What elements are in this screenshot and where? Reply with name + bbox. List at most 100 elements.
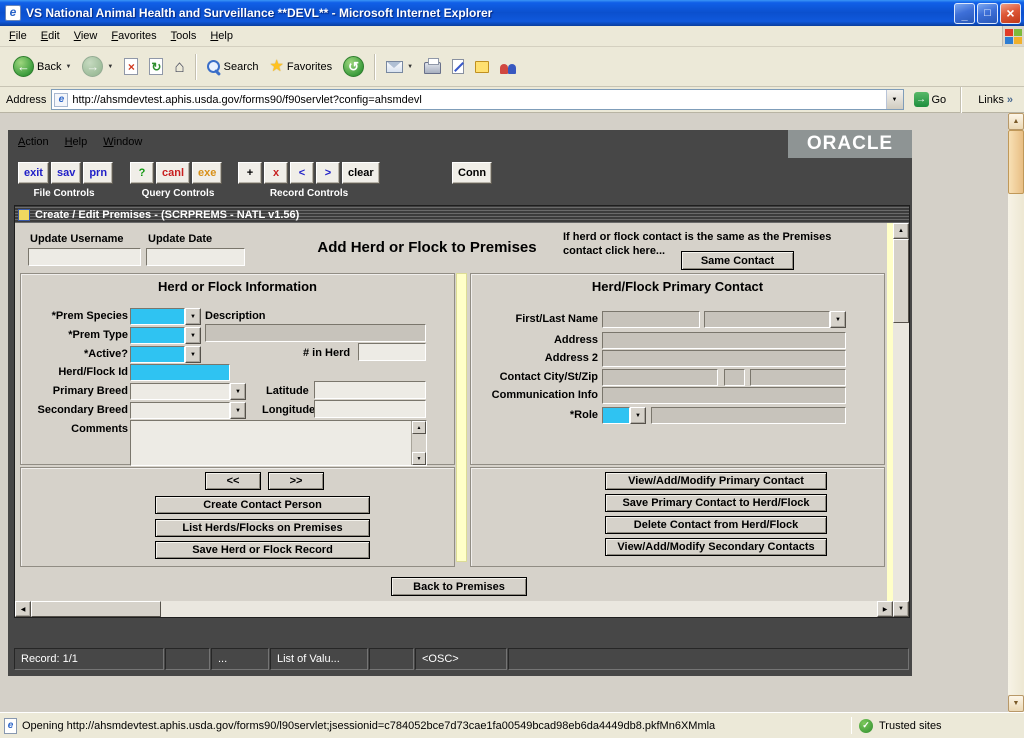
menu-help[interactable]: Help	[203, 28, 240, 44]
last-name-dropdown[interactable]: ▼	[830, 311, 846, 328]
page-scroll-up-button[interactable]: ▲	[1008, 113, 1024, 130]
secondary-breed-dropdown[interactable]: ▼	[230, 402, 246, 419]
primary-contact-heading: Herd/Flock Primary Contact	[470, 279, 885, 294]
previous-herd-button[interactable]: <<	[205, 472, 261, 490]
execute-query-button[interactable]: exe	[192, 162, 222, 184]
menu-view[interactable]: View	[67, 28, 105, 44]
back-dropdown-icon[interactable]: ▼	[65, 64, 71, 70]
exit-button[interactable]: exit	[18, 162, 49, 184]
prem-type-field[interactable]	[130, 327, 185, 344]
discuss-button[interactable]	[470, 51, 494, 83]
menu-tools[interactable]: Tools	[164, 28, 204, 44]
prem-species-field[interactable]	[130, 308, 185, 325]
home-button[interactable]: ⌂	[169, 51, 189, 83]
comments-field[interactable]: ▲ ▼	[130, 420, 427, 466]
previous-record-button[interactable]: <	[290, 162, 314, 184]
maximize-button[interactable]: □	[977, 3, 998, 24]
role-field[interactable]	[602, 407, 630, 424]
form-horizontal-scroll-thumb[interactable]	[31, 601, 161, 617]
page-scroll-thumb[interactable]	[1008, 130, 1024, 194]
save-button[interactable]: sav	[51, 162, 81, 184]
forms-menu-window[interactable]: Window	[103, 136, 142, 148]
cancel-query-button[interactable]: canl	[156, 162, 190, 184]
remove-record-button[interactable]: x	[264, 162, 288, 184]
forward-dropdown-icon[interactable]: ▼	[107, 64, 113, 70]
primary-breed-field[interactable]	[130, 383, 230, 400]
view-add-modify-secondary-contacts-button[interactable]: View/Add/Modify Secondary Contacts	[605, 538, 827, 556]
create-contact-person-button[interactable]: Create Contact Person	[155, 496, 370, 514]
form-title: Add Herd or Flock to Premises	[277, 239, 577, 256]
links-button[interactable]: Links »	[971, 94, 1020, 106]
next-record-button[interactable]: >	[316, 162, 340, 184]
menu-file[interactable]: File	[2, 28, 34, 44]
print-icon	[424, 62, 441, 74]
minimize-button[interactable]: _	[954, 3, 975, 24]
menu-edit[interactable]: Edit	[34, 28, 67, 44]
comments-scroll-up[interactable]: ▲	[412, 421, 426, 434]
favorites-button[interactable]: ★ Favorites	[265, 51, 338, 83]
print-form-button[interactable]: prn	[83, 162, 113, 184]
prem-type-dropdown[interactable]: ▼	[185, 327, 201, 344]
secondary-breed-field[interactable]	[130, 402, 230, 419]
address-label: Address	[4, 94, 46, 106]
latitude-field[interactable]	[314, 381, 426, 399]
go-button[interactable]: → Go	[909, 89, 952, 111]
form-scroll-right-button[interactable]: ▶	[877, 601, 893, 617]
list-herds-flocks-button[interactable]: List Herds/Flocks on Premises	[155, 519, 370, 537]
refresh-button[interactable]: ↻	[144, 51, 168, 83]
form-horizontal-scrollbar[interactable]: ◀ ▶	[15, 601, 893, 617]
favorites-icon: ★	[270, 59, 284, 75]
save-primary-contact-button[interactable]: Save Primary Contact to Herd/Flock	[605, 494, 827, 512]
same-contact-button[interactable]: Same Contact	[681, 251, 794, 270]
mail-button[interactable]: ▼	[381, 51, 418, 83]
mail-dropdown-icon[interactable]: ▼	[407, 64, 413, 70]
active-dropdown[interactable]: ▼	[185, 346, 201, 363]
back-to-premises-button[interactable]: Back to Premises	[391, 577, 527, 596]
search-button[interactable]: Search	[202, 51, 264, 83]
toolbar-separator	[374, 54, 376, 80]
update-username-field[interactable]	[28, 248, 141, 266]
role-dropdown[interactable]: ▼	[630, 407, 646, 424]
active-field[interactable]	[130, 346, 185, 363]
next-herd-button[interactable]: >>	[268, 472, 324, 490]
address-input[interactable]: e http://ahsmdevtest.aphis.usda.gov/form…	[51, 89, 903, 110]
comments-scroll-down[interactable]: ▼	[412, 452, 426, 465]
query-help-button[interactable]: ?	[130, 162, 154, 184]
page-vertical-scrollbar[interactable]: ▲ ▼	[1008, 113, 1024, 712]
form-vertical-scroll-thumb[interactable]	[893, 239, 909, 323]
first-last-name-label: First/Last Name	[463, 313, 598, 325]
form-scroll-down-button[interactable]: ▼	[893, 601, 909, 617]
address-dropdown[interactable]: ▼	[886, 90, 903, 109]
menu-favorites[interactable]: Favorites	[104, 28, 163, 44]
messenger-icon	[500, 60, 516, 74]
update-date-field[interactable]	[146, 248, 245, 266]
form-scroll-left-button[interactable]: ◀	[15, 601, 31, 617]
primary-breed-dropdown[interactable]: ▼	[230, 383, 246, 400]
clear-record-button[interactable]: clear	[342, 162, 380, 184]
view-add-modify-primary-contact-button[interactable]: View/Add/Modify Primary Contact	[605, 472, 827, 490]
longitude-field[interactable]	[314, 400, 426, 418]
conn-button[interactable]: Conn	[452, 162, 492, 184]
back-button[interactable]: ← Back ▼	[8, 51, 76, 83]
forms-menu-action[interactable]: Action	[18, 136, 49, 148]
in-herd-field[interactable]	[358, 343, 426, 361]
forward-button[interactable]: → ▼	[77, 51, 118, 83]
page-scroll-down-button[interactable]: ▼	[1008, 695, 1024, 712]
close-button[interactable]: ×	[1000, 3, 1021, 24]
stop-button[interactable]: ×	[119, 51, 143, 83]
history-button[interactable]: ↺	[338, 51, 369, 83]
print-button[interactable]	[419, 51, 446, 83]
form-scroll-up-button[interactable]: ▲	[893, 223, 909, 239]
comments-label: Comments	[18, 423, 128, 435]
forms-menu-help[interactable]: Help	[65, 136, 88, 148]
messenger-button[interactable]	[495, 51, 521, 83]
delete-contact-button[interactable]: Delete Contact from Herd/Flock	[605, 516, 827, 534]
first-name-field	[602, 311, 700, 328]
herd-flock-id-field[interactable]	[130, 364, 230, 381]
save-herd-record-button[interactable]: Save Herd or Flock Record	[155, 541, 370, 559]
edit-button[interactable]	[447, 51, 469, 83]
forms-window-titlebar[interactable]: Create / Edit Premises - (SCRPREMS - NAT…	[15, 206, 909, 223]
form-vertical-scrollbar[interactable]: ▲ ▼	[893, 223, 909, 617]
add-record-button[interactable]: +	[238, 162, 262, 184]
prem-species-dropdown[interactable]: ▼	[185, 308, 201, 325]
